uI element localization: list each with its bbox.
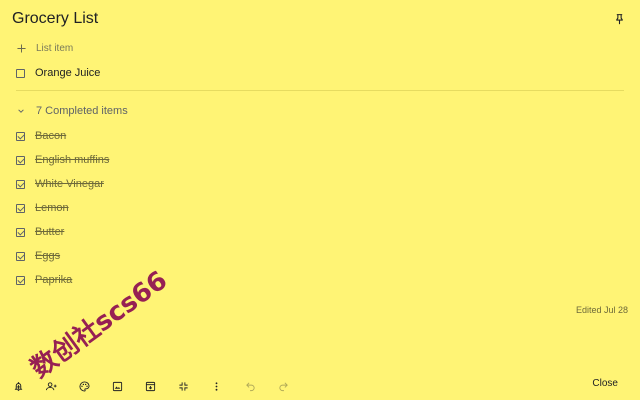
list-item-label[interactable]: Paprika	[35, 274, 72, 286]
add-item-placeholder: List item	[36, 42, 74, 54]
redo-icon[interactable]	[275, 378, 291, 394]
chevron-down-icon	[16, 106, 26, 116]
checkbox[interactable]	[16, 227, 25, 237]
more-icon[interactable]	[208, 378, 224, 394]
edited-timestamp: Edited Jul 28	[575, 305, 628, 315]
checkbox[interactable]	[16, 155, 25, 165]
list-item[interactable]: Lemon	[16, 197, 624, 219]
list-item-label[interactable]: Lemon	[35, 202, 69, 214]
note-toolbar: Close	[0, 372, 640, 400]
list-item-label[interactable]: White Vinegar	[35, 178, 104, 190]
note-editor: Grocery List List item Orange Juice 7 Co…	[0, 0, 640, 400]
note-title[interactable]: Grocery List	[12, 10, 98, 28]
checkbox[interactable]	[16, 275, 25, 285]
list-item-label[interactable]: Orange Juice	[35, 67, 100, 79]
list-item-label[interactable]: Eggs	[35, 250, 60, 262]
checkbox[interactable]	[16, 203, 25, 213]
list-item[interactable]: Orange Juice	[16, 62, 624, 84]
checkbox[interactable]	[16, 68, 25, 78]
completed-items-toggle[interactable]: 7 Completed items	[16, 100, 624, 122]
list-item-label[interactable]: Bacon	[35, 130, 66, 142]
checkbox[interactable]	[16, 179, 25, 189]
close-button[interactable]: Close	[592, 378, 618, 389]
list-item[interactable]: Bacon	[16, 125, 624, 147]
divider	[16, 90, 624, 91]
list-item-label[interactable]: English muffins	[35, 154, 109, 166]
checkbox[interactable]	[16, 131, 25, 141]
remind-me-icon[interactable]	[10, 378, 26, 394]
checkbox[interactable]	[16, 251, 25, 261]
collaborator-icon[interactable]	[43, 378, 59, 394]
plus-icon	[16, 43, 26, 53]
list-item[interactable]: Paprika	[16, 269, 624, 291]
palette-icon[interactable]	[76, 378, 92, 394]
archive-icon[interactable]	[142, 378, 158, 394]
list-item[interactable]: White Vinegar	[16, 173, 624, 195]
add-image-icon[interactable]	[109, 378, 125, 394]
completed-header-label: 7 Completed items	[36, 105, 128, 117]
undo-icon[interactable]	[242, 378, 258, 394]
list-item-label[interactable]: Butter	[35, 226, 64, 238]
list-item[interactable]: English muffins	[16, 149, 624, 171]
add-list-item[interactable]: List item	[16, 37, 624, 59]
list-item[interactable]: Eggs	[16, 245, 624, 267]
collapse-icon[interactable]	[175, 378, 191, 394]
pin-icon[interactable]	[610, 10, 628, 28]
list-item[interactable]: Butter	[16, 221, 624, 243]
